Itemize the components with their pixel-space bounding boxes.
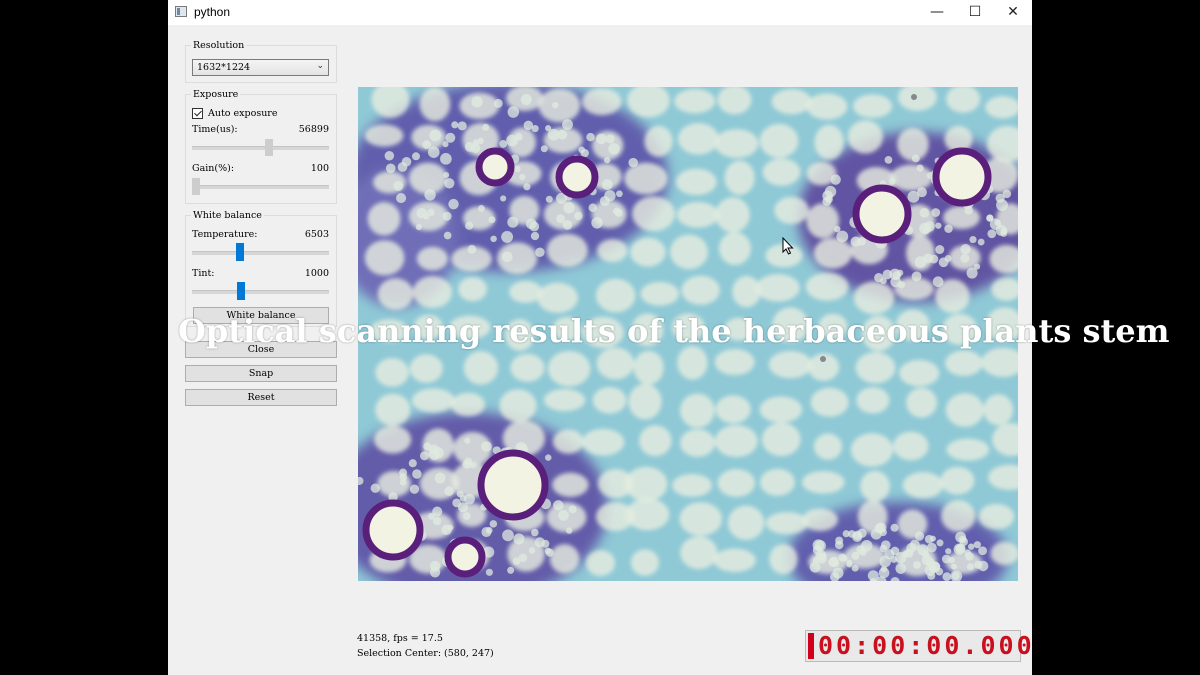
title-bar[interactable]: python — ☐ ✕ (168, 0, 1032, 25)
application-window: python — ☐ ✕ Resolution 1632*1224 ⌄ Expo… (168, 0, 1170, 675)
mouse-pointer-icon (782, 237, 794, 255)
tint-slider-track[interactable] (192, 290, 329, 294)
timer-text: 00:00:00.000 (818, 631, 1035, 660)
time-value: 56899 (298, 124, 329, 135)
window-close-button[interactable]: ✕ (994, 0, 1032, 25)
auto-exposure-checkbox[interactable] (192, 108, 203, 119)
gain-label: Gain(%): (192, 163, 235, 174)
exposure-group-title: Exposure (191, 89, 241, 100)
resolution-select[interactable]: 1632*1224 ⌄ (192, 59, 329, 76)
temperature-slider-track[interactable] (192, 251, 329, 255)
snap-button[interactable]: Snap (185, 365, 337, 382)
minimize-button[interactable]: — (918, 0, 956, 25)
temperature-label: Temperature: (192, 229, 258, 240)
white-balance-group-title: White balance (191, 210, 264, 221)
gain-slider-thumb[interactable] (192, 178, 200, 195)
gain-value: 100 (310, 163, 329, 174)
window-title: python (194, 5, 231, 19)
chevron-down-icon: ⌄ (316, 61, 324, 71)
tint-slider-thumb[interactable] (237, 282, 245, 300)
timer-indicator (808, 633, 814, 659)
fps-status: 41358, fps = 17.5 (357, 633, 443, 644)
overlay-caption: Optical scanning results of the herbaceo… (178, 312, 1170, 350)
auto-exposure-label: Auto exposure (208, 108, 278, 119)
window-app-icon (175, 6, 187, 17)
resolution-group-title: Resolution (191, 40, 247, 51)
selection-center-status: Selection Center: (580, 247) (357, 648, 494, 659)
temperature-value: 6503 (304, 229, 329, 240)
temperature-slider-thumb[interactable] (236, 243, 244, 261)
tint-label: Tint: (192, 268, 215, 279)
tint-value: 1000 (304, 268, 329, 279)
resolution-select-value: 1632*1224 (197, 62, 251, 73)
timer-display: 00:00:00.000 (805, 630, 1032, 662)
reset-button[interactable]: Reset (185, 389, 337, 406)
gain-slider-track[interactable] (192, 185, 329, 189)
time-slider-thumb[interactable] (265, 139, 273, 156)
time-label: Time(us): (192, 124, 238, 135)
time-slider-track[interactable] (192, 146, 329, 150)
maximize-button[interactable]: ☐ (956, 0, 994, 25)
